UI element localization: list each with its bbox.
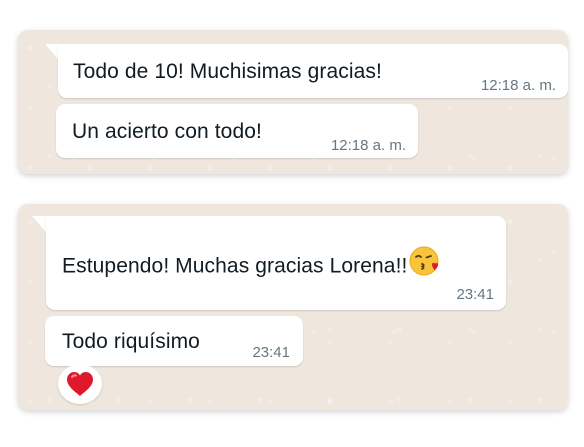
message-bubble[interactable]: Todo de 10! Muchisimas gracias! 12:18 a.… bbox=[58, 44, 568, 98]
message-text: Un acierto con todo! bbox=[72, 120, 262, 143]
message-bubble[interactable]: Todo riquísimo 23:41 bbox=[45, 316, 303, 366]
message-text-wrapper: Estupendo! Muchas gracias Lorena!! bbox=[62, 245, 440, 286]
bubble-tail bbox=[32, 216, 46, 232]
message-bubble[interactable]: Un acierto con todo! 12:18 a. m. bbox=[56, 104, 418, 158]
message-bubble[interactable]: Estupendo! Muchas gracias Lorena!! 23:41 bbox=[46, 216, 506, 310]
testimonials-screenshot: Todo de 10! Muchisimas gracias! 12:18 a.… bbox=[0, 0, 584, 447]
message-timestamp: 12:18 a. m. bbox=[480, 77, 556, 94]
message-reaction[interactable] bbox=[58, 364, 102, 404]
message-timestamp: 23:41 bbox=[252, 344, 290, 361]
message-timestamp: 23:41 bbox=[456, 286, 494, 303]
chat-panel-2: Estupendo! Muchas gracias Lorena!! 23:41… bbox=[18, 204, 568, 410]
message-text: Todo de 10! Muchisimas gracias! bbox=[73, 60, 382, 83]
message-timestamp: 12:18 a. m. bbox=[330, 137, 406, 154]
chat-panel-1: Todo de 10! Muchisimas gracias! 12:18 a.… bbox=[18, 30, 568, 174]
message-text: Estupendo! Muchas gracias Lorena!! bbox=[62, 254, 408, 278]
message-text: Todo riquísimo bbox=[62, 330, 200, 353]
bubble-tail bbox=[45, 44, 59, 60]
kissing-face-heart-icon bbox=[408, 245, 440, 283]
